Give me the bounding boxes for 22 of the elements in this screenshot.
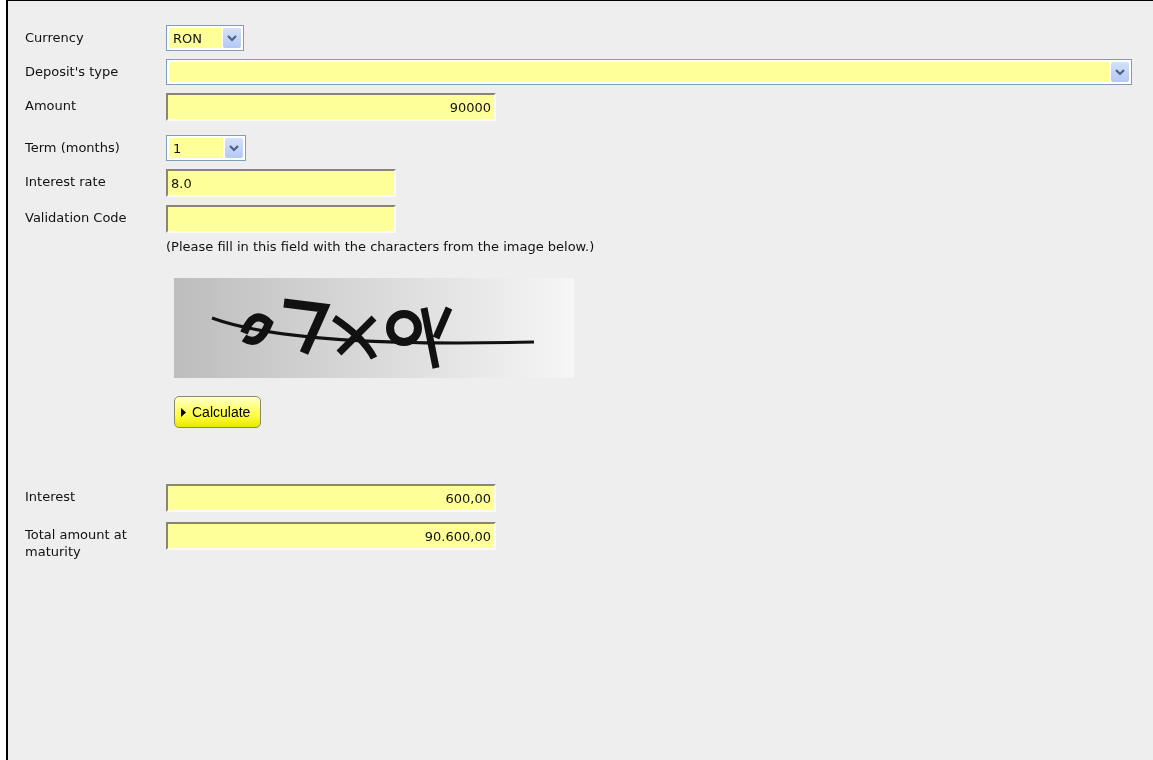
input-field[interactable]: 600,00	[166, 484, 496, 512]
field-label: Interest rate	[25, 173, 107, 190]
input-field[interactable]: 8.0	[166, 169, 396, 197]
field-label: Term (months)	[25, 139, 121, 156]
field-label: Validation Code	[25, 209, 128, 226]
calculate-button[interactable]: Calculate	[174, 396, 262, 428]
input-field[interactable]: 90000	[166, 93, 496, 121]
play-icon	[181, 407, 186, 417]
field-label: Currency	[25, 29, 85, 46]
dropdown[interactable]: 1	[166, 135, 246, 161]
chevron-down-icon	[227, 34, 237, 42]
field-label: Total amount at maturity	[25, 526, 128, 560]
dropdown[interactable]	[166, 59, 1132, 85]
chevron-down-icon	[1115, 68, 1125, 76]
field-label: Deposit's type	[25, 63, 120, 80]
chevron-down-icon	[229, 144, 239, 152]
field-label: Amount	[25, 97, 78, 114]
input-field[interactable]	[166, 205, 396, 233]
dropdown[interactable]: RON	[166, 25, 244, 51]
input-field[interactable]: 90.600,00	[166, 522, 496, 550]
field-label: Interest	[25, 488, 77, 505]
hint-text: (Please fill in this field with the characters from the image below.)	[166, 239, 595, 254]
